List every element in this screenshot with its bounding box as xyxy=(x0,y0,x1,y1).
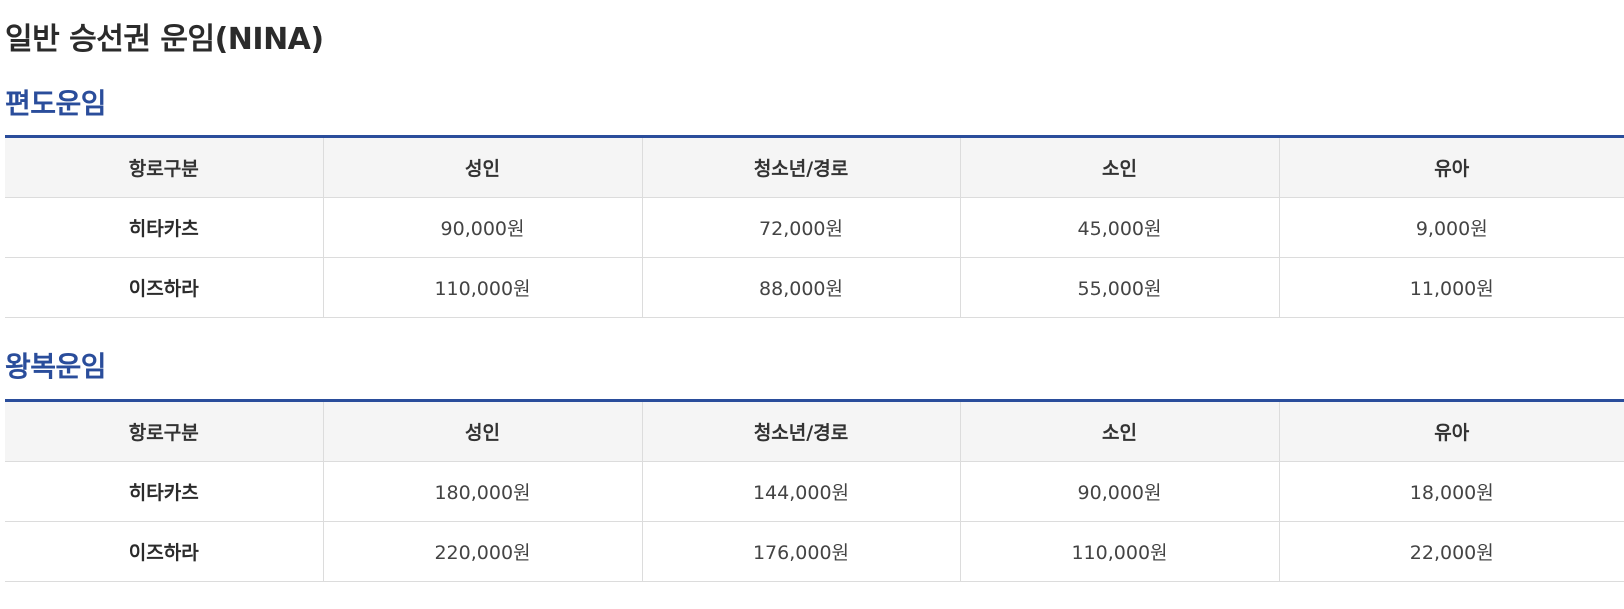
section-title-roundtrip: 왕복운임 xyxy=(5,350,107,383)
fare-adult: 180,000원 xyxy=(323,461,643,522)
fare-infant: 9,000원 xyxy=(1279,197,1624,258)
fare-table-oneway: 항로구분 성인 청소년/경로 소인 유아 히타카츠 90,000원 72,000… xyxy=(5,135,1624,318)
fare-infant: 18,000원 xyxy=(1279,461,1624,522)
column-header-youth-senior: 청소년/경로 xyxy=(642,136,961,198)
column-header-child: 소인 xyxy=(960,136,1280,198)
column-header-route: 항로구분 xyxy=(5,136,324,198)
fare-child: 110,000원 xyxy=(960,521,1280,582)
table-header-row: 항로구분 성인 청소년/경로 소인 유아 xyxy=(5,136,1624,198)
fare-adult: 110,000원 xyxy=(323,257,643,318)
column-header-infant: 유아 xyxy=(1279,400,1624,462)
fare-child: 45,000원 xyxy=(960,197,1280,258)
fare-youth-senior: 88,000원 xyxy=(642,257,961,318)
fare-youth-senior: 176,000원 xyxy=(642,521,961,582)
fare-infant: 11,000원 xyxy=(1279,257,1624,318)
table-row: 히타카츠 180,000원 144,000원 90,000원 18,000원 xyxy=(5,461,1624,522)
column-header-adult: 성인 xyxy=(323,136,643,198)
fare-child: 55,000원 xyxy=(960,257,1280,318)
section-title-oneway: 편도운임 xyxy=(5,87,107,120)
column-header-route: 항로구분 xyxy=(5,400,324,462)
table-row: 히타카츠 90,000원 72,000원 45,000원 9,000원 xyxy=(5,197,1624,258)
column-header-youth-senior: 청소년/경로 xyxy=(642,400,961,462)
table-row: 이즈하라 220,000원 176,000원 110,000원 22,000원 xyxy=(5,521,1624,582)
fare-table-roundtrip: 항로구분 성인 청소년/경로 소인 유아 히타카츠 180,000원 144,0… xyxy=(5,399,1624,582)
table-header-row: 항로구분 성인 청소년/경로 소인 유아 xyxy=(5,400,1624,462)
fare-child: 90,000원 xyxy=(960,461,1280,522)
fare-adult: 220,000원 xyxy=(323,521,643,582)
fare-adult: 90,000원 xyxy=(323,197,643,258)
route-name: 히타카츠 xyxy=(5,197,324,258)
route-name: 히타카츠 xyxy=(5,461,324,522)
fare-youth-senior: 72,000원 xyxy=(642,197,961,258)
column-header-child: 소인 xyxy=(960,400,1280,462)
column-header-infant: 유아 xyxy=(1279,136,1624,198)
fare-infant: 22,000원 xyxy=(1279,521,1624,582)
column-header-adult: 성인 xyxy=(323,400,643,462)
route-name: 이즈하라 xyxy=(5,521,324,582)
page-title: 일반 승선권 운임(NINA) xyxy=(5,22,324,57)
route-name: 이즈하라 xyxy=(5,257,324,318)
table-row: 이즈하라 110,000원 88,000원 55,000원 11,000원 xyxy=(5,257,1624,318)
fare-youth-senior: 144,000원 xyxy=(642,461,961,522)
